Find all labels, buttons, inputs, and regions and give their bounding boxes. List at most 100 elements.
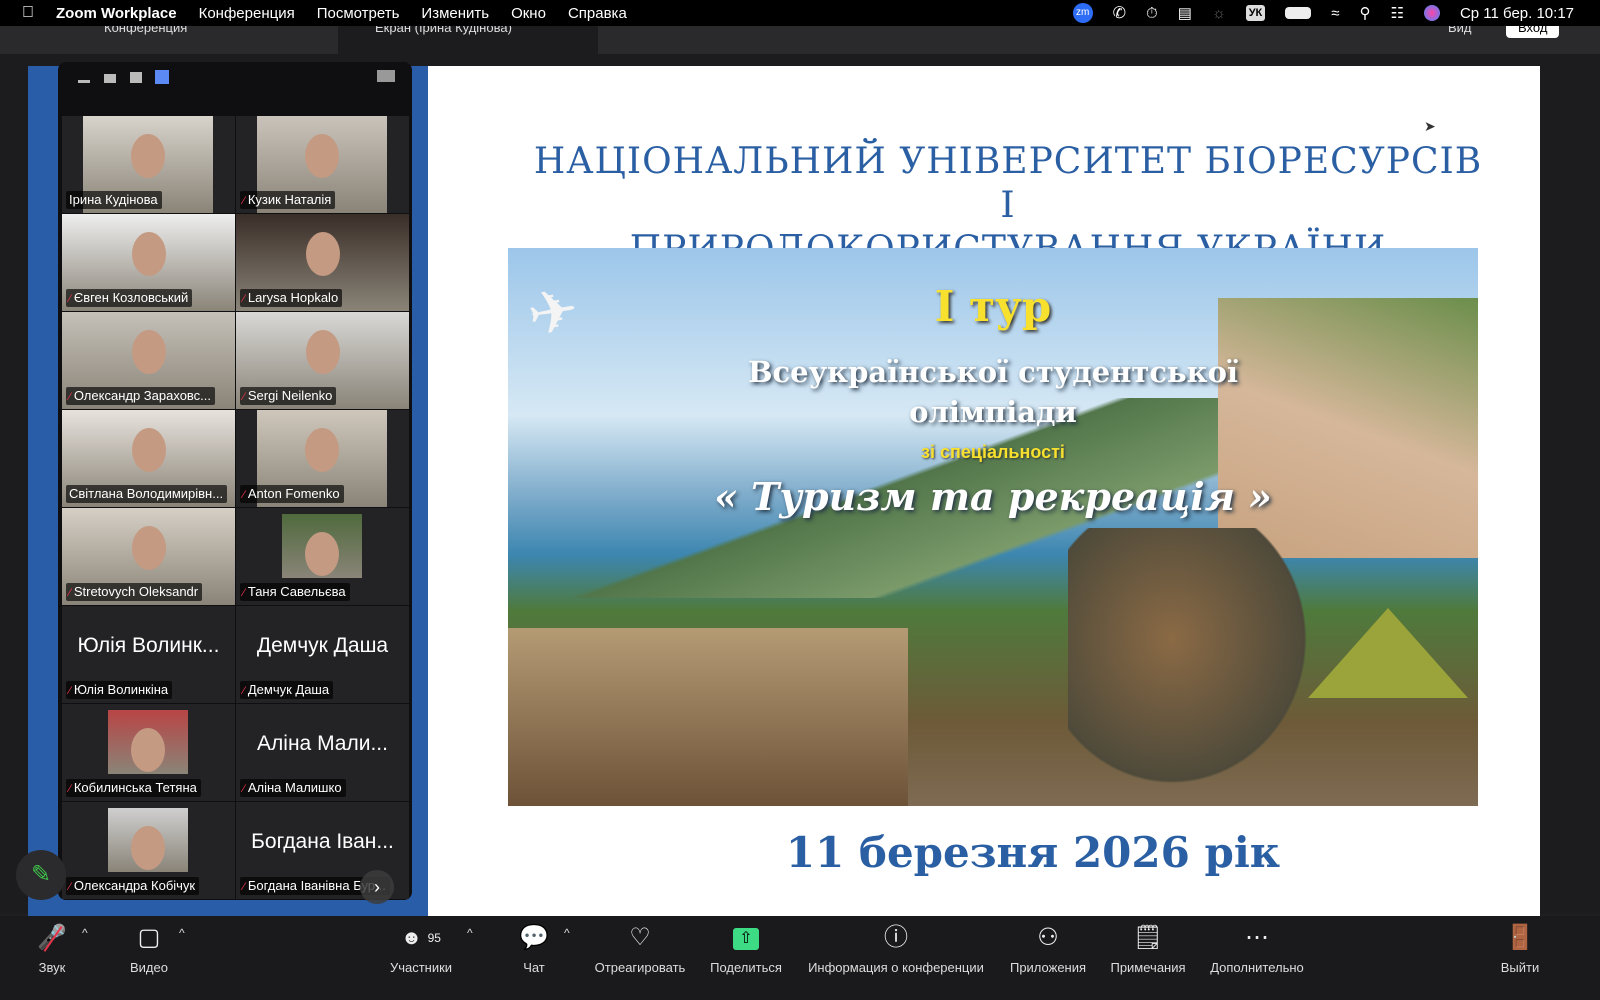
tab-screen-share[interactable]: Екран (Ірина Кудінова) xyxy=(375,26,512,35)
more-button[interactable]: ⋯ Дополнительно xyxy=(1206,916,1308,1000)
apple-icon[interactable]:  xyxy=(22,4,34,22)
poster-subject: « Туризм та рекреація » xyxy=(714,474,1272,519)
sign-in-button[interactable]: Вход xyxy=(1506,26,1560,38)
participants-options-caret[interactable]: ^ xyxy=(467,926,473,940)
participant-tile[interactable]: Аліна Мали... ∕ Аліна Малишко xyxy=(236,704,409,801)
map-and-gear xyxy=(508,628,908,806)
video-label: Видео xyxy=(130,960,168,975)
participant-tile[interactable]: ∕ Stretovych Oleksandr xyxy=(62,508,235,605)
participant-name-placeholder: Богдана Іван... xyxy=(251,830,394,853)
clock: Ср 11 бер. 10:17 xyxy=(1459,4,1574,22)
participant-name: ∕ Кобилинська Тетяна xyxy=(66,779,201,797)
leave-button[interactable]: 🚪 Выйти xyxy=(1496,916,1544,1000)
participant-tile[interactable]: ∕ Кобилинська Тетяна xyxy=(62,704,235,801)
audio-label: Звук xyxy=(38,960,66,975)
wifi-icon[interactable]: ≈ xyxy=(1331,5,1339,22)
control-center-icon[interactable]: ☷ xyxy=(1390,4,1403,22)
mouse-cursor-icon: ➤ xyxy=(1424,118,1436,134)
participant-tile[interactable]: Світлана Володимирівн... xyxy=(62,410,235,507)
participant-face xyxy=(131,826,165,870)
menu-conference[interactable]: Конференция xyxy=(199,5,295,22)
siri-icon[interactable] xyxy=(1423,5,1440,21)
view-gallery-icon[interactable] xyxy=(155,70,169,84)
chat-label: Чат xyxy=(523,960,545,975)
participant-tile[interactable]: ∕ Anton Fomenko xyxy=(236,410,409,507)
gallery-panel: Ірина Кудінова ∕ Кузик Наталія ∕ Євген Козло… xyxy=(58,62,412,904)
participant-tile[interactable]: ∕ Larysa Hopkalo xyxy=(236,214,409,311)
participant-tile[interactable]: ∕ Sergi Neilenko xyxy=(236,312,409,409)
slide-date: 11 березня 2026 рік xyxy=(785,828,1281,877)
meeting-info-button[interactable]: ⓘ Информация о конференции xyxy=(802,916,990,1000)
mic-muted-icon: ∕ xyxy=(69,391,71,403)
more-label: Дополнительно xyxy=(1210,960,1304,975)
participant-face xyxy=(131,428,166,472)
menu-view[interactable]: Посмотреть xyxy=(317,5,400,22)
participants-button[interactable]: ☻ 95 Участники xyxy=(386,916,456,1000)
camera-icon: ▢ xyxy=(137,924,161,951)
participant-tile[interactable]: ∕ Євген Козловський xyxy=(62,214,235,311)
chat-button[interactable]: 💬 Чат xyxy=(514,916,554,1000)
storage-icon[interactable]: ▤ xyxy=(1178,4,1192,22)
participant-video xyxy=(108,710,188,774)
participant-tile[interactable]: Юлія Волинк... ∕ Юлія Волинкіна xyxy=(62,606,235,703)
window-tab-bar: Конференция Екран (Ірина Кудінова) Вид В… xyxy=(0,26,1600,54)
poster-specialty-label: зі спеціальності xyxy=(921,442,1065,462)
react-button[interactable]: ♡ Отреагировать xyxy=(590,916,690,1000)
keyboard-layout[interactable]: УК xyxy=(1245,5,1266,21)
menu-help[interactable]: Справка xyxy=(568,5,627,22)
participant-name: Світлана Володимирівн... xyxy=(66,485,228,503)
participant-tile[interactable]: ∕ Кузик Наталія xyxy=(236,116,409,213)
annotate-button[interactable]: ✎ xyxy=(16,850,66,900)
share-button[interactable]: ⇧ Поделиться xyxy=(706,916,786,1000)
mic-muted-icon: 🎤 xyxy=(30,920,74,956)
pop-out-icon[interactable] xyxy=(377,70,395,82)
brightness-icon[interactable]: ☼ xyxy=(1212,5,1226,22)
participant-name: ∕ Stretovych Oleksandr xyxy=(66,583,203,601)
menu-app[interactable]: Zoom Workplace xyxy=(56,5,177,22)
participants-count: 95 xyxy=(427,931,441,945)
participant-face xyxy=(305,532,339,576)
tab-conference[interactable]: Конференция xyxy=(104,26,187,35)
view-speaker-icon[interactable] xyxy=(104,74,116,83)
menu-window[interactable]: Окно xyxy=(511,5,546,22)
viber-icon[interactable]: ✆ xyxy=(1113,3,1126,23)
chat-options-caret[interactable]: ^ xyxy=(564,926,570,940)
notifications-icon[interactable]: ⏱ xyxy=(1146,5,1158,22)
participant-tile[interactable]: ∕ Таня Савельєва xyxy=(236,508,409,605)
hikers xyxy=(1068,528,1328,806)
video-options-caret[interactable]: ^ xyxy=(179,926,185,940)
share-label: Поделиться xyxy=(710,960,782,975)
participant-tile[interactable]: Ірина Кудінова xyxy=(62,116,235,213)
participant-name: ∕ Anton Fomenko xyxy=(240,485,344,503)
battery-icon[interactable] xyxy=(1285,7,1312,19)
react-label: Отреагировать xyxy=(594,960,686,975)
menu-edit[interactable]: Изменить xyxy=(421,5,489,22)
next-page-button[interactable]: › xyxy=(360,870,394,904)
participants-icon: ☻ xyxy=(401,927,423,949)
participant-name: ∕ Олександра Кобічук xyxy=(66,877,200,895)
poster-round: І тур xyxy=(934,282,1052,331)
video-button[interactable]: ▢ Видео xyxy=(126,916,172,1000)
mic-muted-icon: ∕ xyxy=(243,587,245,599)
menu-bar:  Zoom Workplace Конференция Посмотреть … xyxy=(0,0,1600,26)
apps-label: Приложения xyxy=(1009,960,1087,975)
audio-button[interactable]: 🎤 Звук xyxy=(30,916,74,1000)
poster-heading: Всеукраїнської студентської олімпіади xyxy=(748,355,1238,429)
participant-tile[interactable]: Демчук Даша ∕ Демчук Даша xyxy=(236,606,409,703)
view-button[interactable]: Вид xyxy=(1448,26,1472,35)
participant-face xyxy=(131,728,165,772)
search-icon[interactable]: ⚲ xyxy=(1359,4,1370,22)
participant-name: ∕ Юлія Волинкіна xyxy=(66,681,173,699)
participant-face xyxy=(305,428,339,472)
mic-muted-icon: ∕ xyxy=(243,391,245,403)
apps-button[interactable]: ⚇ Приложения xyxy=(1006,916,1090,1000)
participant-tile[interactable]: ∕ Олександра Кобічук xyxy=(62,802,235,899)
view-split-icon[interactable] xyxy=(130,72,142,83)
apps-icon: ⚇ xyxy=(1037,924,1059,951)
zoom-tray-icon[interactable]: zm xyxy=(1072,3,1093,23)
view-minimize-icon[interactable] xyxy=(78,80,90,83)
olympiad-poster: ✈ І тур Всеукраїнської студентської олімп… xyxy=(508,248,1478,806)
audio-options-caret[interactable]: ^ xyxy=(82,926,88,940)
participant-tile[interactable]: ∕ Олександр Зараховс... xyxy=(62,312,235,409)
notes-button[interactable]: 🗒 Примечания xyxy=(1106,916,1190,1000)
